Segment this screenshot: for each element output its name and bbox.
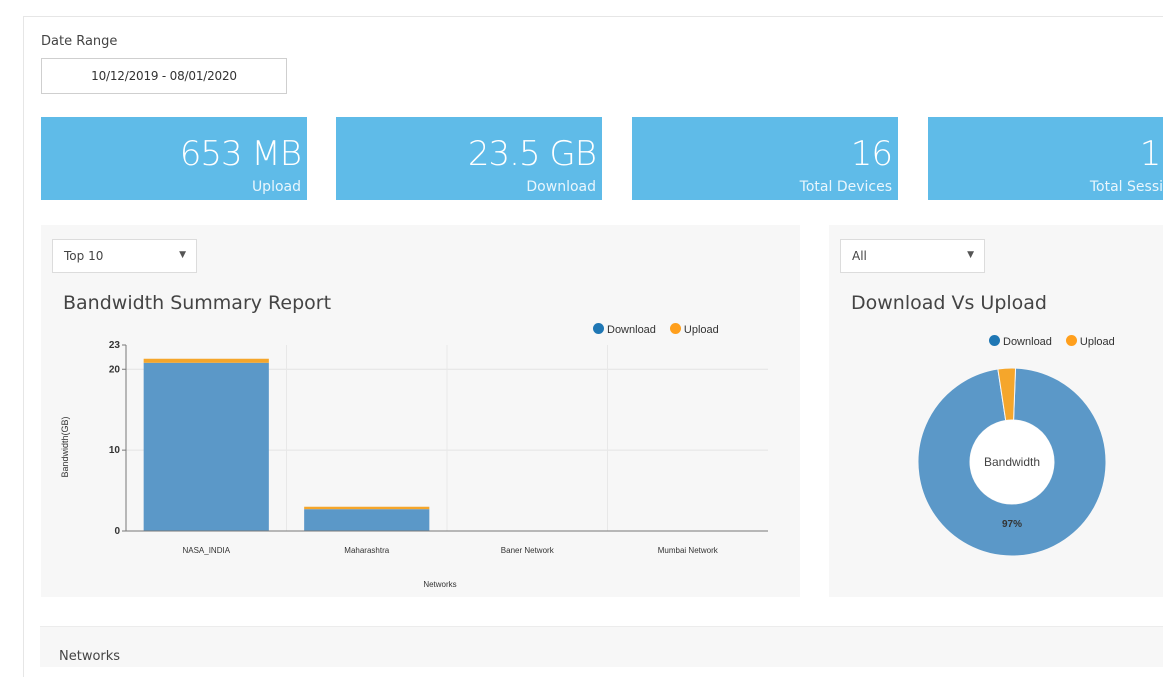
date-range-label: Date Range xyxy=(41,34,118,49)
x-tick-label: Maharashtra xyxy=(344,546,389,555)
download-label: Download xyxy=(526,179,596,195)
download-tile: 23.5 GB Download xyxy=(336,117,602,200)
total-sessions-label: Total Sessi xyxy=(1089,179,1163,195)
donut-chart: Bandwidth 97% xyxy=(917,367,1107,557)
download-vs-upload-panel: All ▼ Download Vs Upload Download Upload … xyxy=(829,225,1163,597)
bar-upload[interactable] xyxy=(304,506,430,510)
date-range-input[interactable]: 10/12/2019 - 08/01/2020 xyxy=(41,58,287,94)
total-sessions-tile: 11 Total Sessi xyxy=(928,117,1163,200)
y-tick-label: 10 xyxy=(109,445,121,456)
upload-value: 653 MB xyxy=(179,134,302,174)
bar-download[interactable] xyxy=(304,509,430,531)
upload-label: Upload xyxy=(251,179,301,195)
y-tick-label: 23 xyxy=(109,340,121,351)
total-sessions-value: 11 xyxy=(1139,134,1163,174)
total-devices-value: 16 xyxy=(850,134,893,174)
y-tick-label: 20 xyxy=(109,364,121,375)
bandwidth-bar-chart: NASA_INDIA Maharashtra Baner Network Mumbai… xyxy=(60,340,768,589)
x-tick-label: Baner Network xyxy=(501,546,555,555)
download-value: 23.5 GB xyxy=(467,134,597,174)
donut-center-label: Bandwidth xyxy=(984,455,1040,469)
x-tick-label: Mumbai Network xyxy=(658,546,719,555)
x-axis-label: Networks xyxy=(423,580,456,589)
bar-download[interactable] xyxy=(143,362,269,531)
x-tick-label: NASA_INDIA xyxy=(182,546,230,555)
total-devices-label: Total Devices xyxy=(799,179,892,195)
total-devices-tile: 16 Total Devices xyxy=(632,117,898,200)
upload-tile: 653 MB Upload xyxy=(41,117,307,200)
bandwidth-panel: Top 10 ▼ Bandwidth Summary Report Downlo… xyxy=(41,225,800,597)
y-axis-label: Bandwidth(GB) xyxy=(60,416,70,477)
bar-upload[interactable] xyxy=(143,358,269,363)
y-tick-label: 0 xyxy=(114,526,120,537)
networks-panel: Networks xyxy=(40,626,1163,667)
donut-percent-label: 97% xyxy=(1002,519,1022,530)
